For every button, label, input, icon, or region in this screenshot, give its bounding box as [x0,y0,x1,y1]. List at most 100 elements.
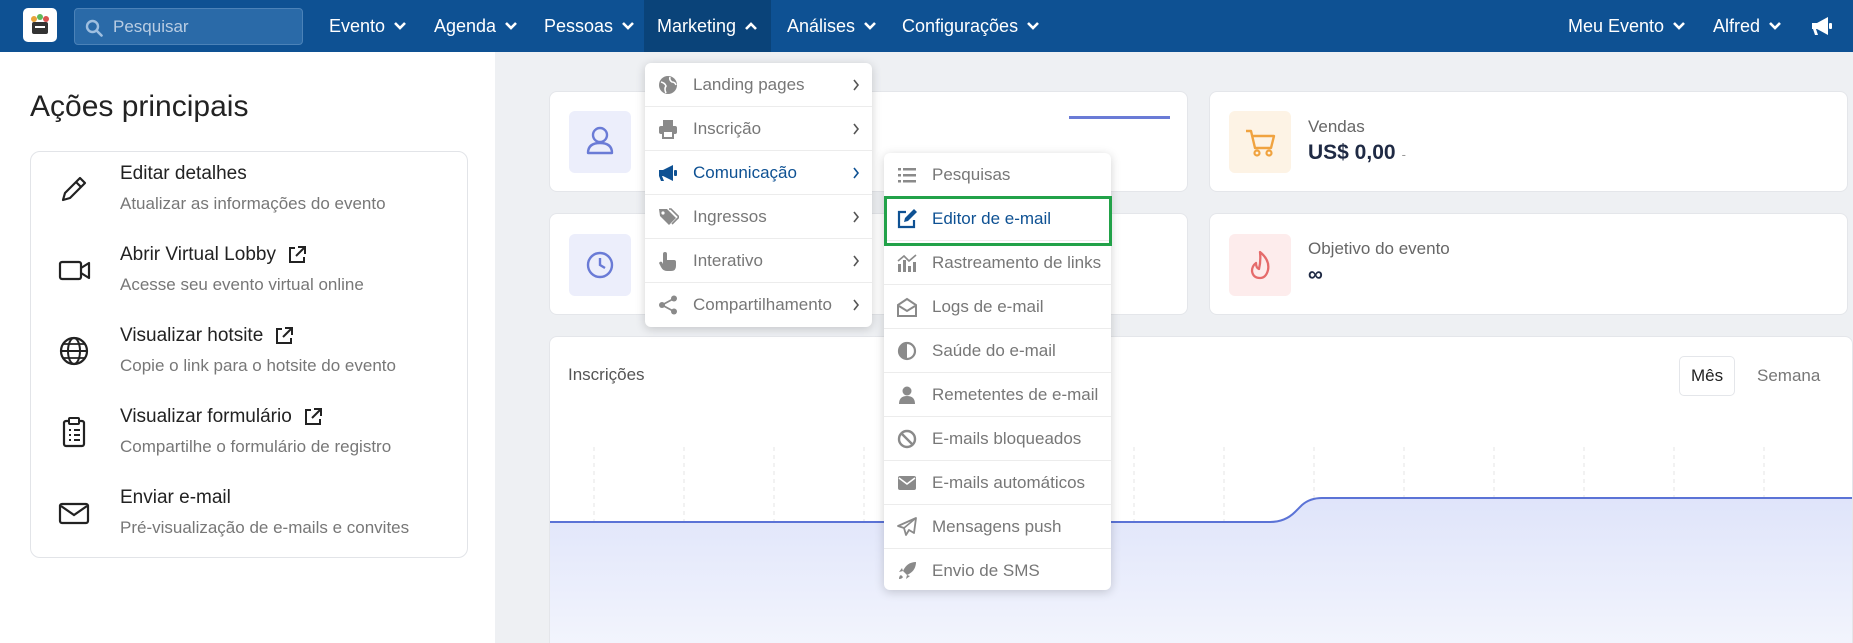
nav-label: Meu Evento [1568,15,1665,36]
registrations-chart-card: Inscrições Mês Semana [549,336,1853,643]
chevron-right-icon [853,167,860,179]
menu-item-label: Ingressos [693,206,767,226]
goal-stat-card: Objetivo do evento ∞ [1209,213,1848,315]
menu-item-label: Comunicação [693,162,797,182]
menu-item-label: Mensagens push [932,516,1062,536]
chevron-right-icon [853,123,860,135]
action-abrir-virtual-lobby[interactable]: Abrir Virtual Lobby Acesse seu evento vi… [31,233,469,314]
menu-item-label: E-mails bloqueados [932,428,1082,448]
nav-label: Evento [329,15,386,36]
menu-item-label: Rastreamento de links [932,252,1102,272]
nav-agenda[interactable]: Agenda [434,0,518,52]
rocket-icon [899,562,916,579]
stat-value: US$ 0,00- [1308,141,1406,164]
search-input[interactable] [113,9,299,44]
nav-evento[interactable]: Evento [329,0,407,52]
globe-icon [59,336,89,366]
submenu-item-mensagens-push[interactable]: Mensagens push [884,505,1111,549]
tags-icon [659,207,679,225]
menu-item-label: Saúde do e-mail [932,340,1056,360]
submenu-item-remetentes-de-email[interactable]: Remetentes de e-mail [884,373,1111,417]
menu-item-label: Logs de e-mail [932,296,1044,316]
submenu-item-logs-de-email[interactable]: Logs de e-mail [884,285,1111,329]
highlight-box [884,196,1112,246]
menu-item-interativo[interactable]: Interativo [645,239,872,283]
chevron-right-icon [853,255,860,267]
menu-item-compartilhamento[interactable]: Compartilhamento [645,283,872,327]
action-description: Compartilhe o formulário de registro [120,437,392,456]
list-icon [898,167,916,182]
pencil-icon [61,176,87,202]
action-title: Abrir Virtual Lobby [120,244,308,266]
stat-label: Vendas [1308,117,1365,136]
megaphone-icon [659,164,677,181]
menu-item-label: Landing pages [693,74,805,94]
action-visualizar-formulario[interactable]: Visualizar formulário Compartilhe o form… [31,395,469,476]
search-box[interactable] [74,8,303,45]
menu-item-label: Compartilhamento [693,295,832,314]
stat-label: Objetivo do evento [1308,239,1450,258]
hand-pointer-icon [659,251,676,271]
globe-icon [659,75,677,94]
submenu-item-emails-bloqueados[interactable]: E-mails bloqueados [884,417,1111,461]
nav-pessoas[interactable]: Pessoas [544,0,635,52]
fire-icon [1250,250,1270,280]
menu-item-label: Interativo [693,250,763,270]
stat-icon-box [569,111,631,173]
action-description: Atualizar as informações do evento [120,194,386,213]
nav-label: Pessoas [544,15,614,36]
chevron-down-icon [622,22,634,30]
chart-area [550,498,1852,643]
paper-plane-icon [897,516,917,536]
menu-item-ingressos[interactable]: Ingressos [645,195,872,239]
nav-configuracoes[interactable]: Configurações [902,0,1040,52]
menu-item-landing-pages[interactable]: Landing pages [645,63,872,107]
nav-user-menu[interactable]: Alfred [1713,0,1782,52]
action-description: Pré-visualização de e-mails e convites [120,518,410,537]
chevron-down-icon [1673,22,1685,30]
nav-meu-evento[interactable]: Meu Evento [1568,0,1686,52]
submenu-item-envio-de-sms[interactable]: Envio de SMS [884,549,1111,593]
marketing-dropdown: Landing pages Inscrição Comunicação Ingr… [645,63,872,327]
chevron-right-icon [853,299,860,311]
external-link-icon [288,246,306,263]
nav-marketing[interactable]: Marketing [644,0,772,52]
submenu-item-saude-do-email[interactable]: Saúde do e-mail [884,329,1111,373]
sales-stat-card: Vendas US$ 0,00- [1209,91,1848,192]
chevron-right-icon [853,79,860,91]
menu-item-comunicacao[interactable]: Comunicação [645,151,872,195]
nav-analises[interactable]: Análises [787,0,877,52]
user-icon [586,126,614,155]
user-icon [899,386,915,404]
sparkline [1069,116,1170,119]
main-actions-card: Editar detalhes Atualizar as informações… [30,151,468,558]
announcements-button[interactable] [1810,0,1834,52]
stat-icon-box [1229,111,1291,173]
action-description: Acesse seu evento virtual online [120,275,364,294]
share-icon [659,295,677,315]
action-title: Visualizar hotsite [120,325,295,347]
chevron-down-icon [1769,22,1781,30]
action-editar-detalhes[interactable]: Editar detalhes Atualizar as informações… [31,152,469,233]
app-logo[interactable] [23,8,57,42]
stat-icon-box [1229,234,1291,296]
menu-item-inscricao[interactable]: Inscrição [645,107,872,151]
action-description: Copie o link para o hotsite do evento [120,356,396,375]
envelope-open-icon [897,297,917,317]
chevron-right-icon [853,211,860,223]
submenu-item-emails-automaticos[interactable]: E-mails automáticos [884,461,1111,505]
submenu-item-rastreamento-de-links[interactable]: Rastreamento de links [884,241,1111,285]
external-link-icon [276,327,294,344]
chevron-down-icon [1027,22,1039,30]
action-visualizar-hotsite[interactable]: Visualizar hotsite Copie o link para o h… [31,314,469,395]
bar-chart-icon [897,253,917,272]
action-title: Visualizar formulário [120,406,324,428]
submenu-item-pesquisas[interactable]: Pesquisas [884,153,1111,197]
action-enviar-email[interactable]: Enviar e-mail Pré-visualização de e-mail… [31,476,469,557]
envelope-icon [898,475,916,490]
search-icon [85,19,103,37]
half-circle-icon [897,341,917,360]
page-title: Ações principais [30,90,249,123]
envelope-icon [58,502,90,525]
printer-icon [659,119,677,139]
